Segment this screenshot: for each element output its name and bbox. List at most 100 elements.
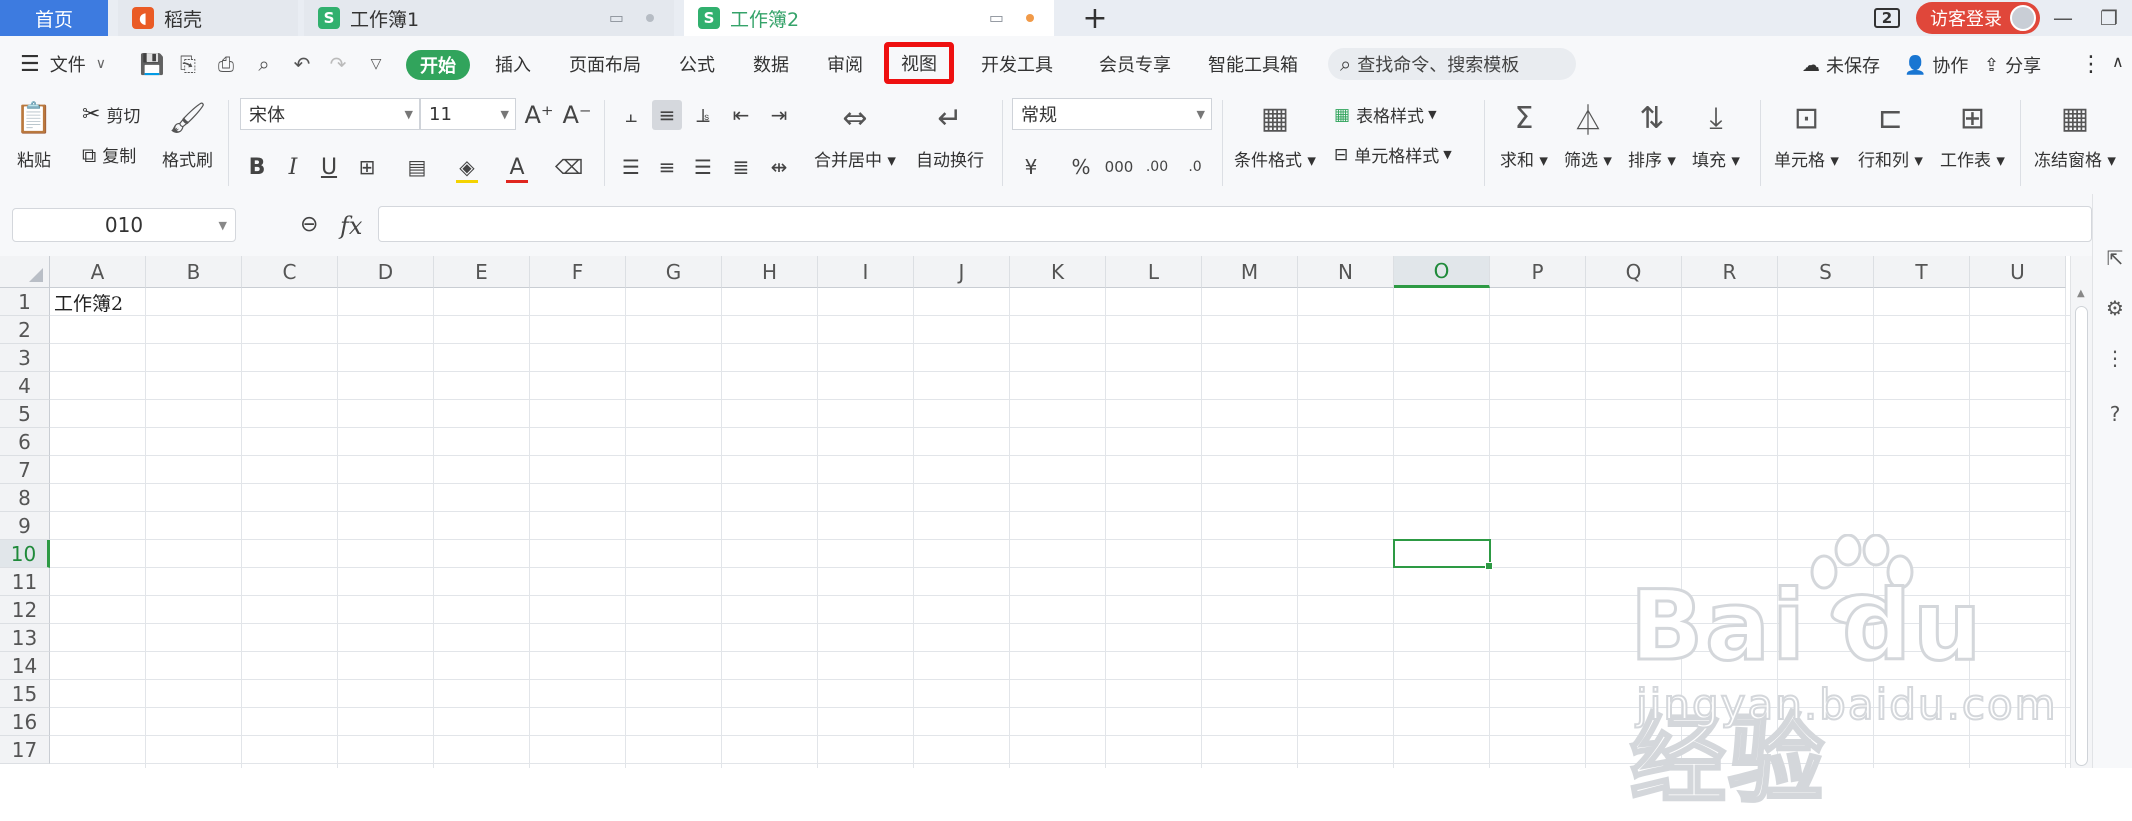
column-header-b[interactable]: B <box>146 256 242 288</box>
tab-start[interactable]: 开始 <box>406 50 470 80</box>
worksheet-button[interactable]: ⊞ 工作表 ▾ <box>1940 98 2005 172</box>
tab-page-layout[interactable]: 页面布局 <box>569 46 641 82</box>
tab-daoke[interactable]: ◖ 稻壳 <box>118 0 298 36</box>
row-col-button[interactable]: ⊏ 行和列 ▾ <box>1858 98 1923 172</box>
align-center-icon[interactable]: ≡ <box>652 152 682 182</box>
row-header-9[interactable]: 9 <box>0 512 50 540</box>
scroll-up-icon[interactable]: ▲ <box>2077 288 2085 299</box>
print-icon[interactable]: ⎙ <box>214 52 238 76</box>
unsaved-button[interactable]: ☁ 未保存 <box>1802 52 1880 78</box>
column-header-k[interactable]: K <box>1010 256 1106 288</box>
italic-icon[interactable]: I <box>278 152 308 182</box>
window-count-badge[interactable]: 2 <box>1874 8 1900 28</box>
column-header-j[interactable]: J <box>914 256 1010 288</box>
sort-button[interactable]: ⇅ 排序 ▾ <box>1628 98 1676 172</box>
wrap-text-button[interactable]: ↵ 自动换行 <box>916 98 984 172</box>
file-menu[interactable]: ☰ 文件 ∨ <box>20 46 106 82</box>
decrease-font-icon[interactable]: A⁻ <box>562 100 592 130</box>
tab-insert[interactable]: 插入 <box>495 46 531 82</box>
underline-icon[interactable]: U <box>314 152 344 182</box>
row-header-8[interactable]: 8 <box>0 484 50 512</box>
column-header-g[interactable]: G <box>626 256 722 288</box>
share-button[interactable]: ⇪ 分享 <box>1984 52 2041 78</box>
increase-font-icon[interactable]: A⁺ <box>524 100 554 130</box>
collapse-ribbon-icon[interactable]: ∧ <box>2112 52 2124 71</box>
currency-icon[interactable]: ¥ <box>1016 152 1046 182</box>
row-header-3[interactable]: 3 <box>0 344 50 372</box>
scrollbar-thumb[interactable] <box>2075 306 2088 766</box>
formula-input[interactable] <box>378 206 2092 242</box>
font-name-select[interactable]: 宋体 ▼ <box>240 98 420 130</box>
column-header-l[interactable]: L <box>1106 256 1202 288</box>
freeze-panes-button[interactable]: ▦ 冻结窗格 ▾ <box>2034 98 2116 172</box>
column-header-e[interactable]: E <box>434 256 530 288</box>
align-right-icon[interactable]: ☰ <box>688 152 718 182</box>
column-header-r[interactable]: R <box>1682 256 1778 288</box>
export-icon[interactable]: ⎘ <box>176 52 200 76</box>
column-header-q[interactable]: Q <box>1586 256 1682 288</box>
row-header-7[interactable]: 7 <box>0 456 50 484</box>
more-icon[interactable]: ⋮ <box>2080 52 2102 77</box>
settings-sliders-icon[interactable]: ⚙ <box>2101 294 2129 322</box>
row-header-17[interactable]: 17 <box>0 736 50 764</box>
tab-data[interactable]: 数据 <box>753 46 789 82</box>
row-header-16[interactable]: 16 <box>0 708 50 736</box>
row-header-6[interactable]: 6 <box>0 428 50 456</box>
tab-smart-tools[interactable]: 智能工具箱 <box>1208 46 1298 82</box>
column-header-u[interactable]: U <box>1970 256 2066 288</box>
save-icon[interactable]: 💾 <box>140 52 165 76</box>
row-header-13[interactable]: 13 <box>0 624 50 652</box>
spreadsheet-grid[interactable]: 工作簿2 A B C D E F G H I J K L M N O P Q R S T U 1 2 3 4 5 6 7 8 9 10 11 1… <box>0 256 2070 768</box>
help-icon[interactable]: ? <box>2101 400 2129 428</box>
justify-icon[interactable]: ≣ <box>726 152 756 182</box>
select-all-corner[interactable] <box>0 256 50 288</box>
sum-button[interactable]: Σ 求和 ▾ <box>1500 98 1548 172</box>
restore-icon[interactable]: ❐ <box>2086 0 2132 36</box>
row-header-4[interactable]: 4 <box>0 372 50 400</box>
align-bottom-icon[interactable]: ⫡ <box>688 100 718 130</box>
merge-center-button[interactable]: ⇔ 合并居中 ▾ <box>814 98 896 172</box>
column-header-h[interactable]: H <box>722 256 818 288</box>
column-header-o[interactable]: O <box>1394 256 1490 288</box>
row-header-14[interactable]: 14 <box>0 652 50 680</box>
tab-formula[interactable]: 公式 <box>679 46 715 82</box>
row-header-10[interactable]: 10 <box>0 540 50 568</box>
monitor-icon[interactable]: ▭ <box>609 8 624 27</box>
column-header-i[interactable]: I <box>818 256 914 288</box>
cursor-icon[interactable]: ⇱ <box>2101 244 2129 272</box>
properties-icon[interactable]: ⋮ <box>2101 344 2129 372</box>
copy-button[interactable]: ⧉ 复制 <box>82 142 136 168</box>
row-header-11[interactable]: 11 <box>0 568 50 596</box>
format-painter-button[interactable]: 🖌 格式刷 <box>162 98 213 172</box>
percent-icon[interactable]: % <box>1066 152 1096 182</box>
tab-view[interactable]: 视图 <box>884 42 954 84</box>
column-header-d[interactable]: D <box>338 256 434 288</box>
row-header-2[interactable]: 2 <box>0 316 50 344</box>
increase-decimal-icon[interactable]: .00 <box>1142 152 1172 182</box>
cell-style-icon[interactable]: ▤ <box>402 152 432 182</box>
tab-home[interactable]: 首页 <box>0 0 108 36</box>
cell-a1[interactable]: 工作簿2 <box>54 288 123 316</box>
command-search[interactable]: ⌕ 查找命令、搜索模板 <box>1328 48 1576 80</box>
monitor-icon[interactable]: ▭ <box>989 8 1004 27</box>
column-header-a[interactable]: A <box>50 256 146 288</box>
cut-button[interactable]: ✂ 剪切 <box>82 102 140 127</box>
row-header-1[interactable]: 1 <box>0 288 50 316</box>
unsaved-dot-icon[interactable] <box>1026 13 1034 22</box>
font-color-icon[interactable]: A <box>502 152 532 182</box>
name-box[interactable]: 010 ▼ <box>12 208 236 242</box>
bold-icon[interactable]: B <box>242 152 272 182</box>
tab-member[interactable]: 会员专享 <box>1099 46 1171 82</box>
align-middle-icon[interactable]: ≡ <box>652 100 682 130</box>
row-header-15[interactable]: 15 <box>0 680 50 708</box>
font-size-select[interactable]: 11 ▼ <box>420 98 516 130</box>
thousands-icon[interactable]: 000 <box>1104 152 1134 182</box>
undo-icon[interactable]: ↶ <box>290 52 314 76</box>
column-header-c[interactable]: C <box>242 256 338 288</box>
tab-workbook1[interactable]: S 工作簿1 ▭ <box>304 0 674 36</box>
row-header-12[interactable]: 12 <box>0 596 50 624</box>
zoom-icon[interactable]: ⊖ <box>300 212 318 237</box>
eraser-icon[interactable]: ⌫ <box>554 152 584 182</box>
align-left-icon[interactable]: ☰ <box>616 152 646 182</box>
selected-cell[interactable] <box>1393 539 1493 570</box>
